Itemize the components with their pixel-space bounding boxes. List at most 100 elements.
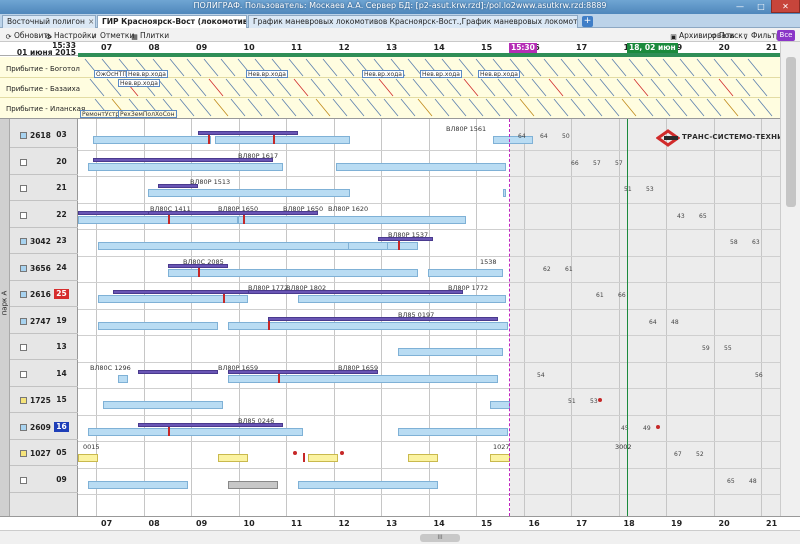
loco-checkbox[interactable] — [20, 264, 27, 272]
tiles-button[interactable]: ▦ Плитки — [130, 30, 169, 41]
loco-row[interactable]: 21 — [10, 176, 78, 201]
loco-label[interactable]: ВЛ85 0197 — [398, 311, 434, 319]
search-button[interactable]: ⚲ Поиск — [709, 30, 743, 41]
occupancy-bar[interactable] — [308, 454, 338, 462]
loco-checkbox[interactable] — [20, 423, 27, 431]
loco-checkbox[interactable] — [20, 317, 27, 325]
arrival-tag[interactable]: Нев.вр.хода — [118, 79, 160, 87]
loco-row[interactable]: 2747 19 — [10, 309, 78, 334]
loco-label[interactable]: 3002 — [615, 443, 632, 451]
loco-label[interactable]: ВЛ80Р 1537 — [388, 231, 428, 239]
loco-label[interactable]: ВЛ80Р 1659 — [338, 364, 378, 372]
loco-checkbox[interactable] — [20, 397, 27, 404]
loco-row[interactable]: 09 — [10, 468, 78, 493]
occupancy-bar[interactable] — [493, 136, 533, 144]
loco-label[interactable]: ВЛ80С 1296 — [90, 364, 131, 372]
loco-row[interactable]: 22 — [10, 203, 78, 228]
occupancy-bar[interactable] — [428, 268, 503, 277]
arrival-tag[interactable]: Нев.вр.хода — [362, 70, 404, 78]
loco-checkbox[interactable] — [20, 238, 27, 245]
occupancy-bar[interactable] — [98, 295, 248, 303]
schedule-grid[interactable]: ВЛ80Р 1561 ВЛ80Р 1617 ВЛ80Р 1513 ВЛ80С 1411… — [78, 119, 780, 516]
occupancy-bar[interactable] — [348, 242, 388, 250]
loco-label[interactable]: ВЛ80Р 1772 — [248, 284, 288, 292]
loco-label[interactable]: ВЛ80Р 1513 — [190, 178, 230, 186]
occupancy-bar[interactable] — [298, 295, 506, 303]
tab-east-polygon[interactable]: Восточный полигон × — [2, 15, 96, 28]
occupancy-bar[interactable] — [103, 401, 223, 409]
loco-row[interactable]: 2609 16 — [10, 415, 78, 440]
tab-shunting-schedule[interactable]: График маневровых локомотивов Красноярск… — [248, 15, 578, 28]
loco-checkbox[interactable] — [20, 291, 27, 298]
loco-row[interactable]: 3042 23 — [10, 229, 78, 254]
loco-label[interactable]: ВЛ80Р 1802 — [286, 284, 326, 292]
occupancy-bar[interactable] — [88, 427, 303, 436]
close-window-button[interactable]: ✕ — [771, 0, 800, 13]
arrival-tag[interactable]: Нев.вр.хода — [246, 70, 288, 78]
arrival-tag[interactable]: ОжОсНТП — [94, 70, 129, 78]
loco-label[interactable]: ВЛ80Р 1617 — [238, 152, 278, 160]
loco-row[interactable]: 1725 15 — [10, 388, 78, 413]
all-button[interactable]: Все — [777, 30, 795, 41]
occupancy-bar[interactable] — [218, 454, 248, 462]
loco-row[interactable]: 2616 25 — [10, 282, 78, 307]
minimize-button[interactable]: — — [729, 0, 751, 13]
loco-row[interactable]: 14 — [10, 362, 78, 387]
occupancy-bar[interactable] — [490, 454, 510, 462]
loco-row[interactable]: 13 — [10, 335, 78, 360]
occupancy-bar[interactable] — [503, 189, 506, 197]
occupancy-bar[interactable] — [98, 321, 218, 330]
settings-button[interactable]: ⚙ Настройки — [44, 30, 96, 41]
occupancy-bar[interactable] — [78, 215, 238, 224]
filter-button[interactable]: ⊽ Фильтр — [741, 30, 781, 41]
loco-checkbox[interactable] — [20, 370, 27, 378]
marks-button[interactable]: ✓ Отметки — [90, 30, 135, 41]
occupancy-bar[interactable] — [336, 162, 506, 171]
loco-label[interactable]: ВЛ80Р 1772 — [448, 284, 488, 292]
occupancy-bar[interactable] — [88, 480, 188, 489]
loco-row[interactable]: 1027 05 — [10, 441, 78, 466]
scroll-thumb[interactable] — [786, 57, 796, 207]
tab-gir-krasnoyarsk[interactable]: ГИР Красноярск-Вост (локомотивы АСУСТ)× — [97, 15, 247, 28]
arrival-tag[interactable]: РехЗемПолХоСон — [118, 110, 177, 118]
loco-checkbox[interactable] — [20, 185, 27, 192]
loco-label[interactable]: ВЛ85 0246 — [238, 417, 274, 425]
horizontal-scrollbar[interactable]: III — [0, 530, 800, 544]
loco-checkbox[interactable] — [20, 132, 27, 139]
loco-label[interactable]: ВЛ80Р 1620 — [328, 205, 368, 213]
loco-label[interactable]: ВЛ80Р 1650 — [218, 205, 258, 213]
loco-label[interactable]: 1027 — [493, 443, 510, 451]
occupancy-bar[interactable] — [78, 454, 98, 462]
loco-checkbox[interactable] — [20, 476, 27, 484]
occupancy-bar[interactable] — [228, 321, 508, 330]
loco-checkbox[interactable] — [20, 450, 27, 457]
scroll-thumb[interactable]: III — [420, 534, 460, 542]
arrival-tag[interactable]: Нев.вр.хода — [420, 70, 462, 78]
occupancy-bar[interactable] — [118, 374, 128, 383]
occupancy-bar[interactable] — [408, 454, 438, 462]
occupancy-bar[interactable] — [215, 136, 350, 144]
occupancy-bar[interactable] — [398, 427, 508, 436]
arrival-tag[interactable]: Нев.вр.хода — [126, 70, 168, 78]
arrival-tag[interactable]: РемонтУстр — [80, 110, 122, 118]
occupancy-bar[interactable] — [88, 162, 283, 171]
loco-checkbox[interactable] — [20, 211, 27, 219]
loco-checkbox[interactable] — [20, 344, 27, 351]
tab-close-icon[interactable]: × — [88, 17, 94, 26]
loco-label[interactable]: ВЛ80Р 1561 — [446, 125, 486, 133]
occupancy-bar[interactable] — [398, 348, 503, 356]
occupancy-bar[interactable] — [238, 215, 466, 224]
loco-label[interactable]: 0015 — [83, 443, 100, 451]
loco-row[interactable]: 3656 24 — [10, 256, 78, 281]
add-tab-button[interactable]: + — [582, 16, 593, 27]
occupancy-bar[interactable] — [168, 268, 418, 277]
occupancy-bar[interactable] — [228, 480, 278, 489]
vertical-scrollbar[interactable] — [780, 42, 800, 516]
loco-label[interactable]: 1538 — [480, 258, 497, 266]
loco-label[interactable]: ВЛ80С 2085 — [183, 258, 224, 266]
maximize-button[interactable]: □ — [751, 0, 771, 13]
occupancy-bar[interactable] — [93, 136, 211, 144]
loco-row[interactable]: 2618 03 — [10, 123, 78, 148]
loco-checkbox[interactable] — [20, 158, 27, 166]
occupancy-bar[interactable] — [298, 480, 438, 489]
